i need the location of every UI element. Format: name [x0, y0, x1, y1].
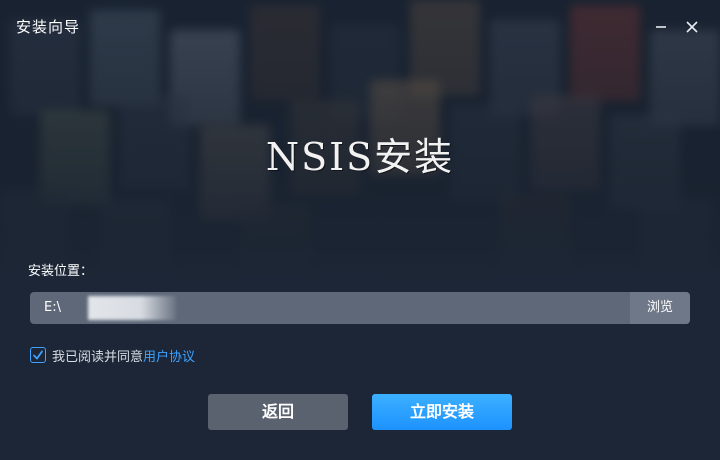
close-button[interactable]	[682, 17, 702, 37]
install-path-field: 浏览	[30, 292, 690, 324]
user-agreement-link[interactable]: 用户协议	[143, 346, 195, 365]
redacted-path-region	[88, 296, 176, 320]
browse-button[interactable]: 浏览	[630, 292, 690, 324]
agreement-row: 我已阅读并同意 用户协议	[30, 346, 195, 365]
back-button[interactable]: 返回	[208, 394, 348, 430]
install-now-button[interactable]: 立即安装	[372, 394, 512, 430]
agreement-checkbox[interactable]	[30, 347, 46, 363]
close-icon	[686, 21, 698, 33]
window-title: 安装向导	[16, 18, 81, 36]
agreement-text: 我已阅读并同意	[52, 349, 144, 365]
installer-window: 安装向导 NSIS安装 安装位置： 浏览 我已阅读并同意用户协议 返回 立即安装	[0, 0, 720, 460]
poster-background	[0, 0, 720, 460]
hero-title: NSIS安装	[265, 135, 455, 179]
checkmark-icon	[33, 350, 43, 360]
minimize-icon	[656, 26, 666, 28]
minimize-button[interactable]	[651, 17, 671, 37]
title-bar: 安装向导	[0, 0, 720, 54]
install-path-label: 安装位置：	[28, 264, 94, 279]
